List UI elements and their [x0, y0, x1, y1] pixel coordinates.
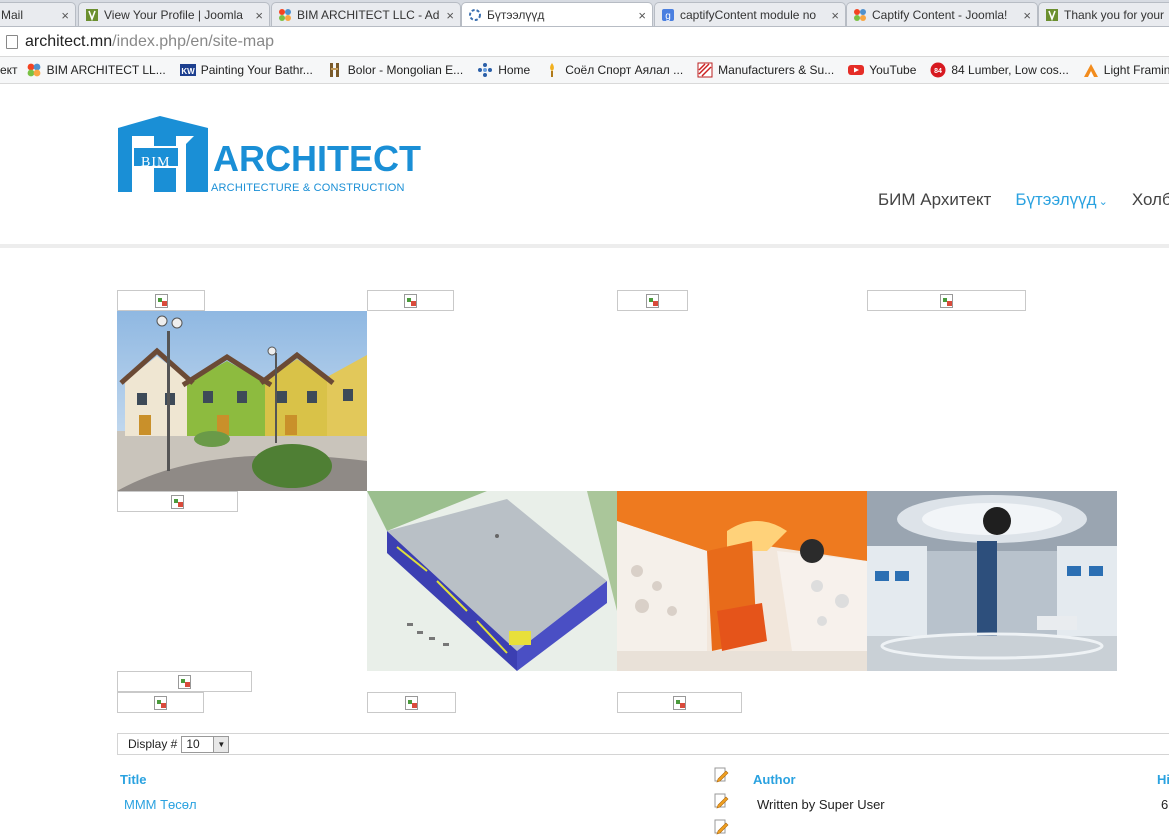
broken-image[interactable] — [617, 692, 742, 713]
tab-captify-joomla[interactable]: Captify Content - Joomla! × — [846, 2, 1038, 26]
lobby-interior-render-image — [867, 491, 1117, 671]
broken-image[interactable] — [117, 692, 204, 713]
lumber-icon: 84 — [930, 62, 946, 78]
stripes-icon — [697, 62, 713, 78]
project-image-warehouse[interactable] — [367, 491, 617, 671]
dots-icon — [477, 62, 493, 78]
close-icon[interactable]: × — [1023, 8, 1031, 23]
joomla-forum-icon — [85, 8, 99, 22]
bookmark-bolor[interactable]: Bolor - Mongolian E... — [327, 62, 463, 78]
tab-site-active[interactable]: Бүтээлүүд × — [461, 2, 653, 26]
warehouse-render-image — [367, 491, 617, 671]
svg-text:84: 84 — [934, 68, 942, 75]
broken-image-icon — [154, 293, 168, 308]
broken-image-icon — [673, 695, 686, 710]
bookmarks-bar: ект BIM ARCHITECT LL... KW Painting Your… — [0, 57, 1169, 84]
column-header-hits[interactable]: Hi — [1157, 772, 1169, 787]
tab-thank-you[interactable]: Thank you for your — [1038, 2, 1169, 26]
display-count-select[interactable]: 10 ▼ — [181, 735, 230, 753]
header-divider — [0, 244, 1169, 248]
close-icon[interactable]: × — [446, 8, 454, 23]
chevron-down-icon: ⌄ — [1098, 196, 1108, 208]
broken-image[interactable] — [117, 671, 252, 692]
address-bar[interactable]: architect.mn/index.php/en/site-map — [0, 27, 1169, 57]
tab-mail[interactable]: Mail × — [0, 2, 76, 26]
broken-image[interactable] — [367, 290, 454, 311]
torch-icon — [544, 62, 560, 78]
bookmark-84-lumber[interactable]: 84 84 Lumber, Low cos... — [930, 62, 1069, 78]
close-icon[interactable]: × — [638, 8, 646, 23]
url-text[interactable]: architect.mn/index.php/en/site-map — [25, 33, 274, 51]
close-icon[interactable]: × — [61, 8, 69, 23]
bookmark-light-framing[interactable]: Light Framing — [1083, 62, 1169, 78]
broken-image-icon — [178, 674, 191, 689]
project-image-townhouses[interactable] — [117, 311, 367, 491]
nav-item-works[interactable]: Бүтээлүүд ⌄ — [1015, 190, 1107, 210]
project-image-lobby-interior[interactable] — [867, 491, 1117, 671]
kw-icon: KW — [179, 62, 196, 78]
joomla-icon — [853, 8, 867, 22]
bolor-icon — [327, 62, 343, 78]
google-icon: g — [661, 8, 675, 22]
broken-image-icon — [171, 494, 184, 509]
article-title-link[interactable]: МММ Төсөл — [124, 797, 197, 812]
tab-bim-architect-admin[interactable]: BIM ARCHITECT LLC - Ad × — [271, 2, 461, 26]
tab-view-profile[interactable]: View Your Profile | Joomla × — [78, 2, 270, 26]
column-header-title[interactable]: Title — [120, 772, 147, 787]
article-author: Written by Super User — [757, 797, 885, 812]
broken-image[interactable] — [117, 290, 205, 311]
page-icon — [6, 34, 18, 49]
browser-tabstrip: Mail × View Your Profile | Joomla × BIM … — [0, 0, 1169, 27]
broken-image-icon — [404, 293, 417, 308]
bookmark-manufacturers[interactable]: Manufacturers & Su... — [697, 62, 834, 78]
svg-text:g: g — [665, 11, 671, 22]
article-hits: 6 — [1161, 797, 1169, 812]
bookmark-home[interactable]: Home — [477, 62, 530, 78]
tab-captifycontent-google[interactable]: g captifyContent module no × — [654, 2, 846, 26]
bookmark-bim-architect[interactable]: BIM ARCHITECT LL... — [26, 62, 166, 78]
nav-item-bim-architect[interactable]: БИМ Архитект — [878, 190, 991, 210]
broken-image-icon — [940, 293, 953, 308]
close-icon[interactable]: × — [255, 8, 263, 23]
broken-image[interactable] — [117, 491, 238, 512]
bookmark-soyol[interactable]: Соёл Спорт Аялал ... — [544, 62, 683, 78]
site-header: BIM ARCHITECT ARCHITECTURE & CONSTRUCTIO… — [0, 84, 1169, 244]
youtube-icon — [848, 62, 865, 78]
site-logo[interactable]: BIM ARCHITECT ARCHITECTURE & CONSTRUCTIO… — [116, 114, 421, 199]
broken-image[interactable] — [367, 692, 456, 713]
broken-image-icon — [646, 293, 659, 308]
broken-image[interactable] — [867, 290, 1026, 311]
nav-item-contact[interactable]: Холбоо — [1132, 190, 1169, 210]
broken-image-icon — [405, 695, 418, 710]
main-nav: БИМ Архитект Бүтээлүүд⌄ Холбоо — [878, 190, 1169, 210]
display-count-label: Display # — [128, 737, 178, 751]
orange-interior-render-image — [617, 491, 867, 671]
column-header-author[interactable]: Author — [753, 772, 796, 787]
bookmark-painting[interactable]: KW Painting Your Bathr... — [179, 62, 313, 78]
edit-icon[interactable] — [713, 767, 729, 783]
edit-icon[interactable] — [713, 819, 729, 835]
close-icon[interactable]: × — [831, 8, 839, 23]
svg-text:KW: KW — [181, 67, 195, 76]
bookmark-item[interactable]: ект — [0, 63, 18, 77]
joomla-icon — [278, 8, 292, 22]
joomla-forum-icon — [1045, 8, 1059, 22]
project-image-orange-interior[interactable] — [617, 491, 867, 671]
dropdown-arrow-icon: ▼ — [213, 736, 229, 752]
display-count-row: Display # 10 ▼ — [117, 733, 1169, 755]
framing-icon — [1083, 62, 1099, 78]
site-icon — [468, 8, 482, 22]
townhouse-render-image — [117, 311, 367, 491]
broken-image[interactable] — [617, 290, 688, 311]
joomla-icon — [26, 62, 42, 78]
bookmark-youtube[interactable]: YouTube — [848, 62, 916, 78]
broken-image-icon — [154, 695, 167, 710]
edit-icon[interactable] — [713, 793, 729, 809]
